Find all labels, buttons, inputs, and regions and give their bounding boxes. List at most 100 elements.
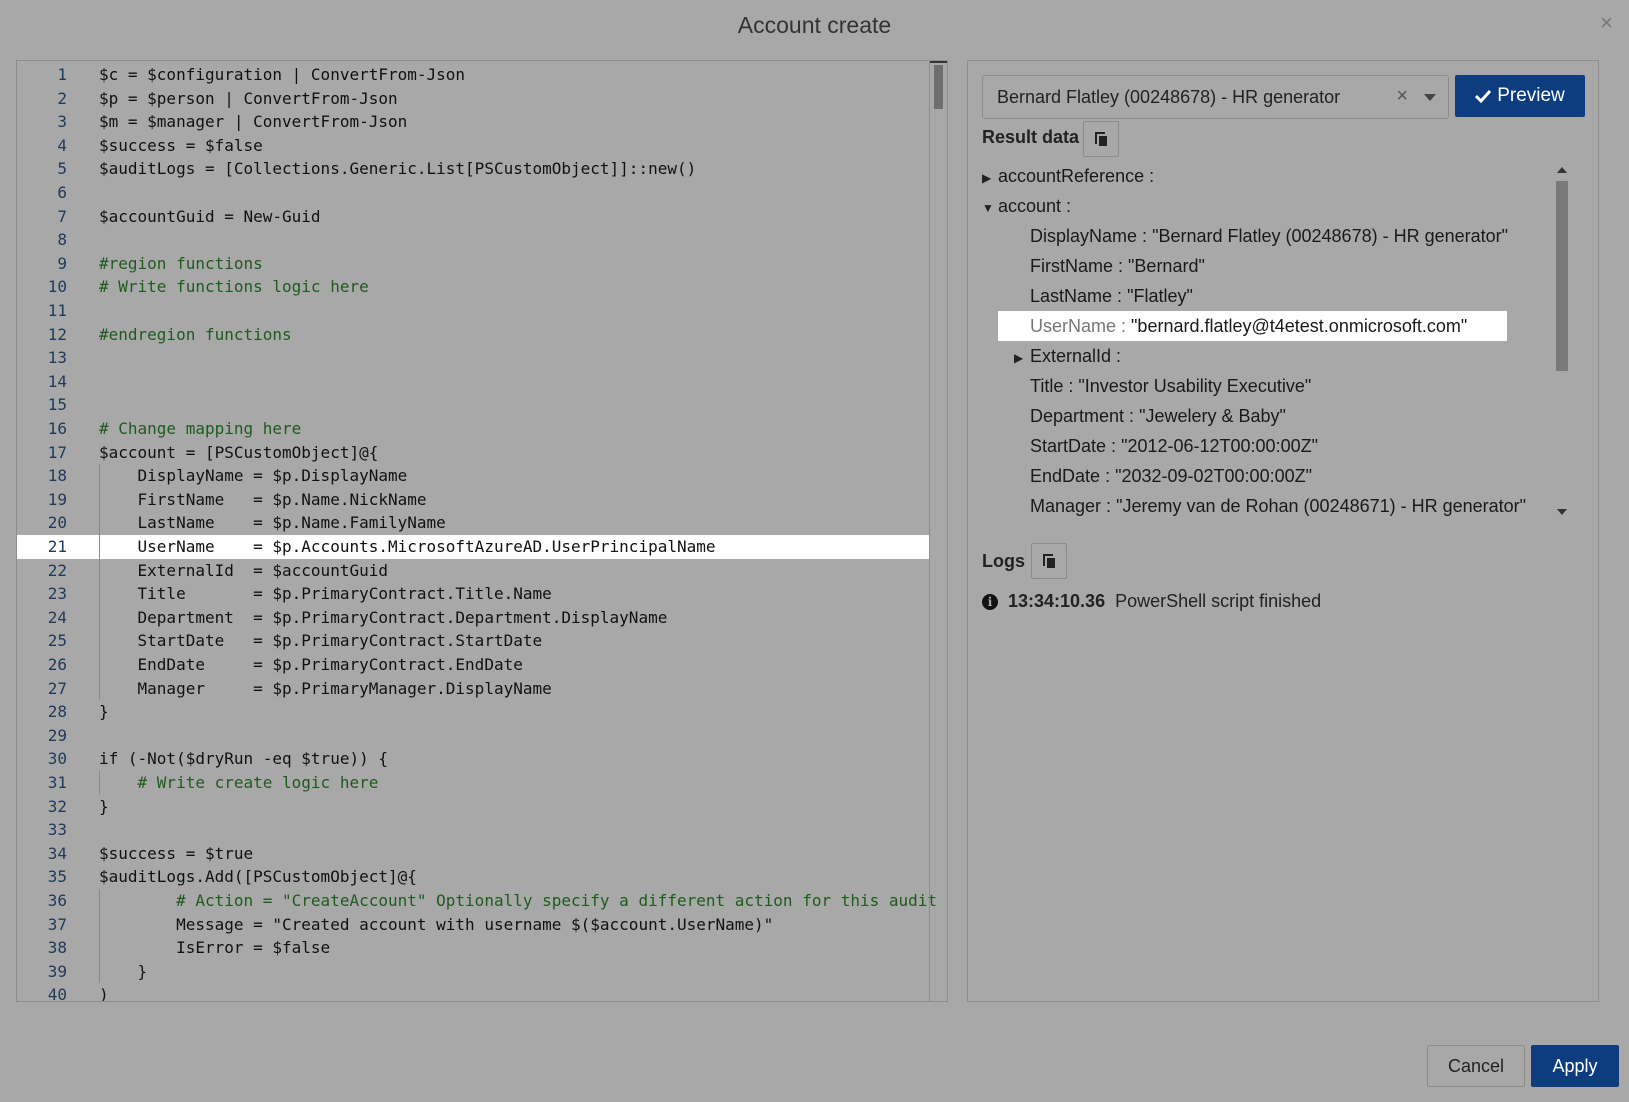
code-line[interactable]: 12 #endregion functions (17, 323, 929, 347)
code-line[interactable]: 40) (17, 983, 929, 1002)
tree-separator: : (1137, 226, 1153, 246)
code-line[interactable]: 19 FirstName = $p.Name.NickName (17, 488, 929, 512)
code-line[interactable]: 23 Title = $p.PrimaryContract.Title.Name (17, 582, 929, 606)
tree-separator: : (1106, 436, 1122, 456)
tree-row-startdate: StartDate : "2012-06-12T00:00:00Z" (1030, 431, 1318, 461)
code-line[interactable]: 3 $m = $manager | ConvertFrom-Json (17, 110, 929, 134)
line-number: 21 (47, 537, 67, 556)
tree-separator: : (1124, 406, 1140, 426)
tree-separator: : (1061, 196, 1072, 216)
code-line[interactable]: 4 $success = $false (17, 134, 929, 158)
code-line[interactable]: 22 ExternalId = $accountGuid (17, 559, 929, 583)
close-icon[interactable]: × (1600, 10, 1613, 36)
code-line[interactable]: 7 $accountGuid = New-Guid (17, 205, 929, 229)
person-select[interactable]: Bernard Flatley (00248678) - HR generato… (982, 75, 1449, 119)
clear-icon[interactable]: × (1396, 85, 1408, 108)
code-line[interactable]: 5 $auditLogs = [Collections.Generic.List[… (17, 157, 929, 181)
copy-result-button[interactable] (1083, 121, 1119, 157)
tree-key: Manager (1030, 496, 1102, 516)
code-line[interactable]: 26 EndDate = $p.PrimaryContract.EndDate (17, 653, 929, 677)
code-line[interactable]: 17 $account = [PSCustomObject]@{ (17, 441, 929, 465)
code-text: Manager = $p.PrimaryManager.DisplayName (99, 678, 552, 698)
line-number: 40 (47, 985, 67, 1002)
caret-down-icon[interactable]: ▼ (982, 193, 998, 223)
tree-key: accountReference (998, 166, 1145, 186)
tree-separator: : (1113, 256, 1129, 276)
code-line[interactable]: 35 $auditLogs.Add([PSCustomObject]@{ (17, 865, 929, 889)
tree-separator: : (1063, 376, 1079, 396)
code-line[interactable]: 15 (17, 393, 929, 417)
result-scrollbar-thumb[interactable] (1556, 181, 1568, 371)
line-number: 8 (57, 230, 67, 250)
tree-key: EndDate (1030, 466, 1101, 486)
line-number: 13 (47, 348, 67, 368)
code-line[interactable]: 14 (17, 370, 929, 394)
tree-row-account[interactable]: ▼ account : (982, 191, 1071, 221)
copy-logs-button[interactable] (1031, 543, 1067, 579)
line-number: 30 (47, 749, 67, 769)
line-number: 37 (47, 914, 67, 934)
line-number: 15 (47, 395, 67, 415)
code-line[interactable]: 33 (17, 818, 929, 842)
tree-row-displayname: DisplayName : "Bernard Flatley (00248678… (1030, 221, 1508, 251)
code-line[interactable]: 9 #region functions (17, 252, 929, 276)
caret-right-icon[interactable]: ▶ (982, 163, 998, 193)
line-number: 3 (57, 112, 67, 132)
tree-row-accountreference[interactable]: ▶ accountReference : (982, 161, 1154, 191)
line-number: 29 (47, 725, 67, 745)
tree-row-firstname: FirstName : "Bernard" (1030, 251, 1205, 281)
indent-guide (99, 889, 100, 984)
editor-scrollbar-thumb[interactable] (934, 65, 943, 109)
tree-row-externalid[interactable]: ▶ ExternalId : (1014, 341, 1121, 371)
code-text: # Action = "CreateAccount" Optionally sp… (99, 891, 938, 910)
code-editor[interactable]: 1 $c = $configuration | ConvertFrom-Json 2… (16, 60, 948, 1002)
indent-guide (99, 771, 100, 795)
code-line[interactable]: 16 # Change mapping here (17, 417, 929, 441)
tree-separator: : (1101, 496, 1117, 516)
code-line[interactable]: 6 (17, 181, 929, 205)
line-number: 5 (57, 159, 67, 179)
code-line[interactable]: 32} (17, 795, 929, 819)
cancel-button[interactable]: Cancel (1427, 1045, 1525, 1087)
tree-separator: : (1116, 316, 1132, 336)
code-line[interactable]: 18 DisplayName = $p.DisplayName (17, 464, 929, 488)
code-line[interactable]: 1 $c = $configuration | ConvertFrom-Json (17, 63, 929, 87)
code-line[interactable]: 28} (17, 700, 929, 724)
log-entry: i 13:34:10.36 PowerShell script finished (982, 591, 1321, 612)
code-text: FirstName = $p.Name.NickName (99, 489, 427, 509)
code-line[interactable]: 20 LastName = $p.Name.FamilyName (17, 511, 929, 535)
code-line[interactable]: 30 if (-Not($dryRun -eq $true)) { (17, 747, 929, 771)
tree-key: LastName (1030, 286, 1113, 306)
code-line[interactable]: 37 Message = "Created account with usern… (17, 913, 929, 937)
preview-button[interactable]: Preview (1455, 75, 1585, 117)
line-number: 11 (47, 301, 67, 320)
code-line[interactable]: 24 Department = $p.PrimaryContract.Depar… (17, 606, 929, 630)
code-line[interactable]: 25 StartDate = $p.PrimaryContract.StartD… (17, 629, 929, 653)
tree-value: "Jewelery & Baby" (1139, 406, 1286, 426)
apply-button[interactable]: Apply (1531, 1045, 1619, 1087)
chevron-down-icon[interactable] (1424, 94, 1436, 101)
code-line[interactable]: 31 # Write create logic here (17, 771, 929, 795)
code-line[interactable]: 29 (17, 724, 929, 748)
line-number: 32 (47, 796, 67, 816)
code-line[interactable]: 2 $p = $person | ConvertFrom-Json (17, 87, 929, 111)
code-line[interactable]: 10 # Write functions logic here (17, 275, 929, 299)
code-line[interactable]: 34 $success = $true (17, 842, 929, 866)
copy-icon (1043, 554, 1055, 568)
code-line[interactable]: 8 (17, 228, 929, 252)
scroll-down-icon[interactable] (1557, 509, 1567, 515)
code-line[interactable]: 11 (17, 299, 929, 323)
caret-right-icon[interactable]: ▶ (1014, 343, 1030, 373)
tree-value: "Bernard" (1128, 256, 1205, 276)
code-line[interactable]: 13 (17, 346, 929, 370)
code-text: $auditLogs = [Collections.Generic.List[P… (99, 159, 697, 179)
code-line[interactable]: 39 } (17, 960, 929, 984)
code-line[interactable]: 27 Manager = $p.PrimaryManager.DisplayNa… (17, 677, 929, 701)
preview-panel: Bernard Flatley (00248678) - HR generato… (967, 60, 1599, 1002)
result-scrollbar[interactable] (1553, 161, 1571, 519)
editor-scrollbar[interactable] (929, 61, 947, 1001)
scroll-up-icon[interactable] (1557, 167, 1567, 173)
code-line[interactable]: 38 IsError = $false (17, 936, 929, 960)
code-line[interactable]: 36 # Action = "CreateAccount" Optionally… (17, 889, 937, 913)
code-line[interactable]: 21 UserName = $p.Accounts.MicrosoftAzure… (17, 535, 929, 559)
